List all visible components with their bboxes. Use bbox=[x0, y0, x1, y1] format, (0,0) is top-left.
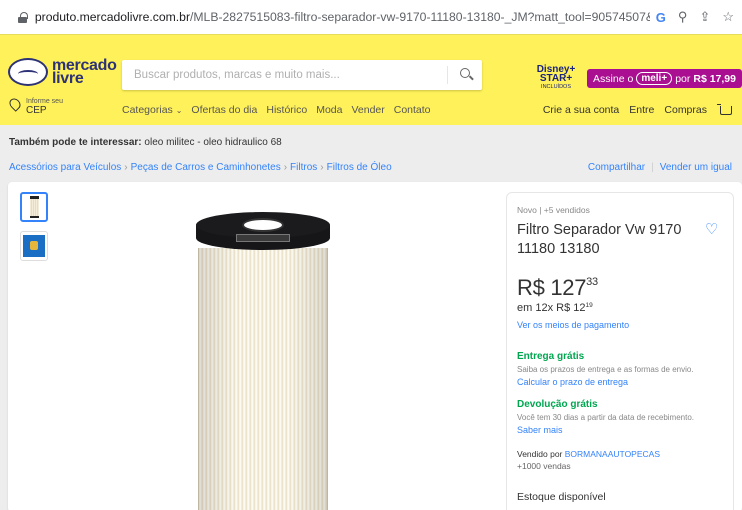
related-items[interactable]: oleo militec - oleo hidraulico 68 bbox=[144, 137, 281, 148]
location-pin-icon bbox=[7, 96, 23, 112]
buy-box: Novo | +5 vendidos Filtro Separador Vw 9… bbox=[506, 192, 734, 510]
thumbnail-2[interactable] bbox=[20, 231, 48, 261]
related-label: Também pode te interessar: bbox=[9, 137, 142, 148]
search-input[interactable]: Buscar produtos, marcas e muito mais... bbox=[122, 60, 482, 90]
breadcrumb-item[interactable]: Acessórios para Veículos bbox=[9, 162, 121, 173]
nav-contato[interactable]: Contato bbox=[394, 104, 431, 116]
payment-methods-link[interactable]: Ver os meios de pagamento bbox=[517, 320, 723, 330]
price-cents: 33 bbox=[586, 276, 598, 288]
favorite-heart-icon[interactable]: ♡ bbox=[705, 222, 719, 237]
cap-label bbox=[236, 234, 290, 242]
seller-sales: +1000 vendas bbox=[517, 461, 571, 471]
related-searches: Também pode te interessar: oleo militec … bbox=[9, 137, 282, 148]
logo-text: mercado livre bbox=[52, 58, 117, 87]
condition-text: Novo | +5 vendidos bbox=[517, 205, 590, 215]
breadcrumb-item[interactable]: Peças de Carros e Caminhonetes bbox=[131, 162, 281, 173]
cep-big-label: CEP bbox=[26, 105, 47, 116]
browser-url-bar[interactable]: produto.mercadolivre.com.br/MLB-28275150… bbox=[0, 0, 742, 34]
share-icon[interactable]: ⇪ bbox=[699, 9, 710, 25]
url-path: /MLB-2827515083-filtro-separador-vw-9170… bbox=[190, 10, 650, 24]
promo-banner[interactable]: Disney+ STAR+ INCLUÍDOS Assine o meli+ p… bbox=[533, 65, 742, 92]
installments-amount: em 12x R$ 12 bbox=[517, 302, 586, 314]
nav-moda[interactable]: Moda bbox=[316, 104, 342, 116]
disney-star-logo: Disney+ STAR+ INCLUÍDOS bbox=[533, 65, 579, 92]
seller-name-link[interactable]: BORMANAAUTOPECAS bbox=[565, 449, 660, 459]
url-host: produto.mercadolivre.com.br bbox=[34, 10, 191, 24]
product-image[interactable] bbox=[188, 212, 338, 510]
site-header: mercado livre Buscar produtos, marcas e … bbox=[0, 34, 742, 125]
meli-plus-button[interactable]: Assine o meli+ por R$ 17,99 bbox=[587, 69, 742, 88]
filter-cap bbox=[196, 212, 330, 252]
star-icon[interactable]: ☆ bbox=[722, 9, 734, 25]
calc-shipping-link[interactable]: Calcular o prazo de entrega bbox=[517, 377, 723, 387]
disney-label: Disney+ STAR+ bbox=[536, 64, 576, 84]
free-return-title: Devolução grátis bbox=[517, 399, 598, 410]
main-nav: Categorias ⌄ Ofertas do dia Histórico Mo… bbox=[122, 104, 431, 116]
lock-icon[interactable] bbox=[18, 11, 28, 23]
login-link[interactable]: Entre bbox=[629, 104, 654, 116]
meli-price: R$ 17,99 bbox=[693, 72, 736, 85]
nav-vender[interactable]: Vender bbox=[351, 104, 384, 116]
google-icon[interactable]: G bbox=[656, 10, 666, 25]
breadcrumb-separator: › bbox=[283, 162, 288, 173]
meli-suffix: por bbox=[675, 72, 691, 85]
breadcrumb-separator: › bbox=[320, 162, 324, 173]
box-thumb-image bbox=[23, 235, 45, 257]
disney-sub: INCLUÍDOS bbox=[541, 84, 571, 90]
learn-more-link[interactable]: Saber mais bbox=[517, 425, 723, 435]
breadcrumb-item[interactable]: Filtros bbox=[290, 162, 317, 173]
filter-shade bbox=[198, 248, 328, 510]
nav-ofertas[interactable]: Ofertas do dia bbox=[191, 104, 257, 116]
share-links: Compartilhar | Vender um igual bbox=[588, 162, 732, 173]
share-link[interactable]: Compartilhar bbox=[588, 162, 645, 173]
stock-status: Estoque disponível bbox=[517, 491, 606, 503]
sell-same-link[interactable]: Vender um igual bbox=[660, 162, 732, 173]
seller-prefix: Vendido por bbox=[517, 449, 563, 459]
url-text[interactable]: produto.mercadolivre.com.br/MLB-28275150… bbox=[35, 10, 650, 24]
price-main: R$ 127 bbox=[517, 275, 587, 300]
breadcrumb-separator: › bbox=[124, 162, 128, 173]
installments: em 12x R$ 1219 bbox=[517, 302, 723, 314]
search-divider bbox=[447, 66, 448, 84]
breadcrumb: Acessórios para Veículos › Peças de Carros… bbox=[9, 162, 392, 173]
nav-historico[interactable]: Histórico bbox=[266, 104, 307, 116]
product-title: Filtro Separador Vw 9170 11180 13180 bbox=[517, 222, 682, 257]
search-placeholder: Buscar produtos, marcas e muito mais... bbox=[134, 69, 340, 81]
mercado-livre-logo[interactable]: mercado livre bbox=[8, 58, 117, 87]
account-links: Crie a sua conta Entre Compras bbox=[543, 103, 732, 116]
search-icon[interactable] bbox=[460, 68, 470, 78]
zoom-icon[interactable]: ⚲ bbox=[678, 9, 688, 25]
meli-pill: meli+ bbox=[636, 72, 673, 85]
seller-info: Vendido por BORMANAAUTOPECAS bbox=[517, 449, 723, 459]
free-shipping-title: Entrega grátis bbox=[517, 351, 585, 362]
share-divider: | bbox=[651, 162, 654, 173]
purchases-link[interactable]: Compras bbox=[664, 104, 707, 116]
meli-prefix: Assine o bbox=[593, 72, 634, 85]
cep-selector[interactable]: Informe seu CEP bbox=[7, 96, 63, 116]
nav-categorias[interactable]: Categorias ⌄ bbox=[122, 104, 182, 116]
handshake-icon bbox=[8, 58, 48, 86]
chevron-down-icon: ⌄ bbox=[175, 106, 183, 115]
return-text: Você tem 30 dias a partir da data de rec… bbox=[517, 413, 694, 422]
cap-hole bbox=[242, 218, 284, 232]
create-account-link[interactable]: Crie a sua conta bbox=[543, 104, 619, 116]
filter-thumb-image bbox=[29, 196, 39, 218]
shipping-text: Saiba os prazos de entrega e as formas d… bbox=[517, 365, 694, 374]
installments-cents: 19 bbox=[585, 302, 593, 309]
product-card: Novo | +5 vendidos Filtro Separador Vw 9… bbox=[8, 182, 742, 510]
breadcrumb-item[interactable]: Filtros de Óleo bbox=[327, 162, 392, 173]
cart-icon[interactable] bbox=[717, 103, 732, 115]
price: R$ 12733 bbox=[517, 275, 723, 301]
thumbnail-1[interactable] bbox=[20, 192, 48, 222]
nav-categorias-label: Categorias bbox=[122, 104, 173, 116]
